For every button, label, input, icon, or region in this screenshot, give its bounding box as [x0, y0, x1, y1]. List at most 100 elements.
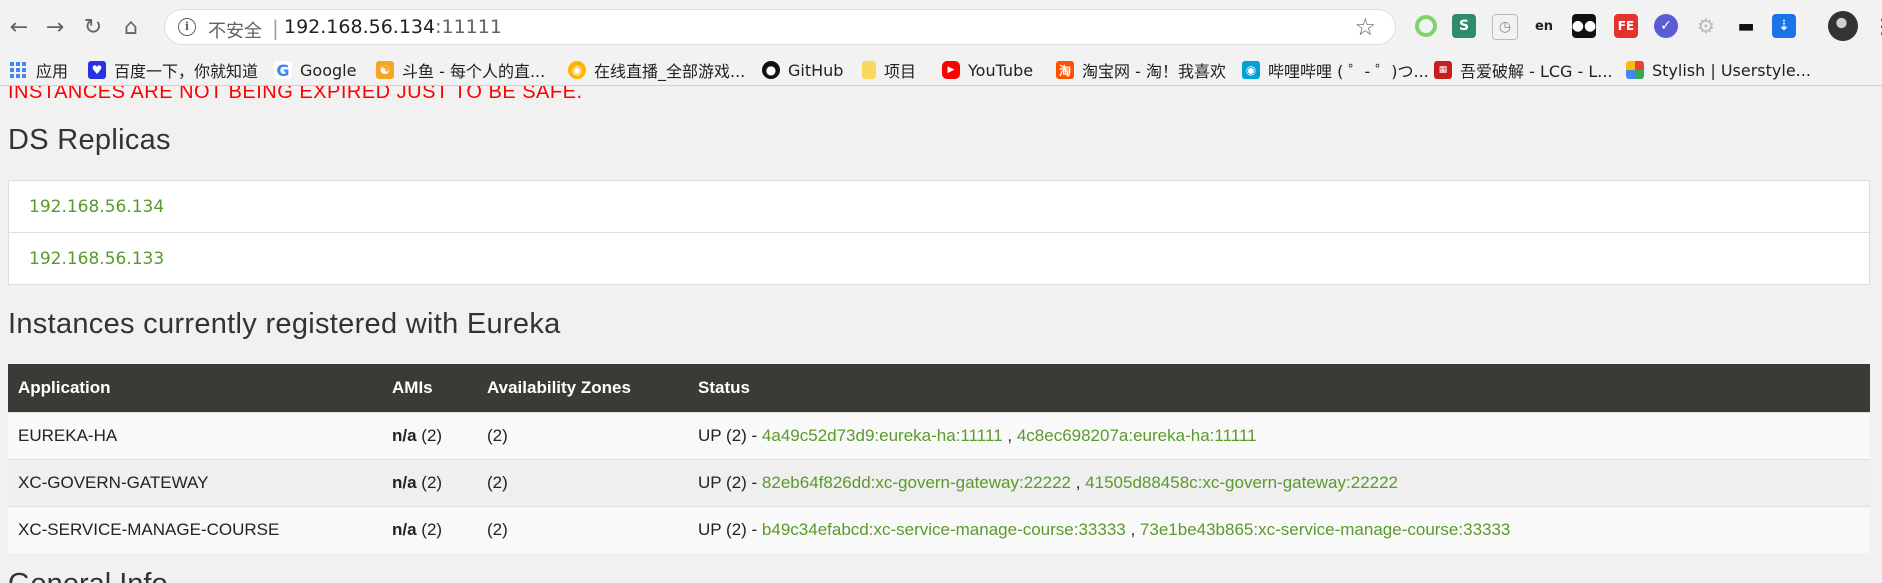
- bookmark-folder[interactable]: 项目: [862, 59, 916, 81]
- url-port: :11111: [435, 16, 502, 38]
- apps-icon: [10, 62, 26, 78]
- status-cell: UP (2) - 4a49c52d73d9:eureka-ha:11111 , …: [688, 412, 1870, 460]
- 52pojie-icon: ▦: [1434, 61, 1452, 79]
- back-icon[interactable]: ←: [6, 14, 32, 40]
- gauge-icon[interactable]: ◷: [1492, 14, 1518, 40]
- ami-count: (2): [416, 520, 443, 539]
- instance-link[interactable]: 41505d88458c:xc-govern-gateway:22222: [1085, 473, 1398, 492]
- home-icon[interactable]: ⌂: [118, 14, 144, 40]
- bookmark-baidu[interactable]: ♥ 百度一下，你就知道: [88, 59, 258, 81]
- ami-na: n/a: [392, 426, 417, 445]
- status-text: UP (2) -: [698, 426, 762, 445]
- sunglasses-icon[interactable]: ▬: [1734, 14, 1758, 38]
- link-separator: ,: [1002, 426, 1017, 445]
- instance-link[interactable]: 4c8ec698207a:eureka-ha:11111: [1017, 426, 1257, 445]
- menu-kebab-icon[interactable]: ⋮: [1872, 14, 1882, 38]
- bookmark-taobao[interactable]: 淘 淘宝网 - 淘！我喜欢: [1056, 59, 1226, 81]
- en-translate-icon[interactable]: en: [1532, 14, 1556, 38]
- zones-cell: (2): [477, 459, 688, 507]
- table-row: XC-GOVERN-GATEWAY n/a (2) (2) UP (2) - 8…: [8, 459, 1870, 507]
- bookmark-52pojie[interactable]: ▦ 吾爱破解 - LCG - L...: [1434, 59, 1613, 81]
- s-ext-label: S: [1458, 18, 1470, 34]
- github-icon: ●: [762, 61, 780, 79]
- bilibili-icon: ◉: [1242, 61, 1260, 79]
- bookmark-bilibili[interactable]: ◉ 哔哩哔哩 ( ゜- ゜)つ...: [1242, 59, 1429, 81]
- app-name: EUREKA-HA: [8, 412, 382, 460]
- amis-cell: n/a (2): [382, 412, 477, 460]
- stylish-icon: [1626, 61, 1644, 79]
- column-header-amis: AMIs: [382, 364, 477, 413]
- bookmark-label: 项目: [884, 62, 917, 81]
- youtube-icon: ▶: [942, 61, 960, 79]
- s-ext-icon[interactable]: S: [1452, 14, 1476, 38]
- url-host: 192.168.56.134: [284, 16, 436, 38]
- instance-link[interactable]: 82eb64f826dd:xc-govern-gateway:22222: [762, 473, 1071, 492]
- bookmark-github[interactable]: ● GitHub: [762, 59, 843, 81]
- check-circle-icon[interactable]: ✓: [1654, 14, 1678, 38]
- instance-link[interactable]: 73e1be43b865:xc-service-manage-course:33…: [1140, 520, 1510, 539]
- bookmarks-bar: 应用 ♥ 百度一下，你就知道 G Google ☯ 斗鱼 - 每个人的直... …: [0, 55, 1882, 86]
- insecure-label: 不安全: [208, 21, 262, 42]
- forward-icon[interactable]: →: [42, 14, 68, 40]
- bookmark-label: Stylish | Userstyle...: [1652, 60, 1811, 80]
- en-translate-label: en: [1534, 18, 1554, 34]
- app-name: XC-GOVERN-GATEWAY: [8, 459, 382, 507]
- link-separator: ,: [1071, 473, 1086, 492]
- url-separator: |: [272, 16, 279, 40]
- gear-ext-icon[interactable]: ⚙: [1694, 14, 1718, 38]
- amis-cell: n/a (2): [382, 459, 477, 507]
- address-bar[interactable]: i 不安全 | 192.168.56.134:11111 ☆: [164, 9, 1396, 45]
- huya-icon: ◉: [568, 61, 586, 79]
- bookmark-label: 百度一下，你就知道: [114, 62, 259, 81]
- download-ext-icon[interactable]: ⇣: [1772, 14, 1796, 38]
- ami-count: (2): [416, 473, 443, 492]
- ami-na: n/a: [392, 473, 417, 492]
- bookmark-star-icon[interactable]: ☆: [1354, 13, 1376, 41]
- instance-link[interactable]: 4a49c52d73d9:eureka-ha:11111: [762, 426, 1003, 445]
- status-cell: UP (2) - 82eb64f826dd:xc-govern-gateway:…: [688, 459, 1870, 507]
- google-icon: G: [274, 61, 292, 80]
- replicas-list: 192.168.56.134 192.168.56.133: [8, 180, 1870, 285]
- link-separator: ,: [1125, 520, 1140, 539]
- bookmark-label: YouTube: [968, 60, 1034, 80]
- tampermonkey-icon[interactable]: ●●: [1572, 14, 1596, 38]
- column-header-status: Status: [688, 364, 1870, 413]
- bookmark-label: 斗鱼 - 每个人的直...: [402, 62, 546, 81]
- info-icon[interactable]: i: [178, 18, 196, 36]
- zones-cell: (2): [477, 506, 688, 553]
- reload-icon[interactable]: ↻: [80, 14, 106, 40]
- table-row: XC-SERVICE-MANAGE-COURSE n/a (2) (2) UP …: [8, 506, 1870, 553]
- column-header-zones: Availability Zones: [477, 364, 688, 413]
- bookmark-stylish[interactable]: Stylish | Userstyle...: [1626, 59, 1811, 81]
- green-ring-icon[interactable]: [1414, 14, 1438, 38]
- taobao-icon: 淘: [1056, 61, 1074, 79]
- bookmark-google[interactable]: G Google: [274, 59, 356, 81]
- profile-avatar[interactable]: [1828, 11, 1858, 41]
- bookmark-label: GitHub: [788, 60, 844, 80]
- general-info-heading: General Info: [8, 568, 168, 583]
- status-text: UP (2) -: [698, 473, 762, 492]
- fe-ext-icon[interactable]: FE: [1614, 14, 1638, 38]
- bookmark-douyu[interactable]: ☯ 斗鱼 - 每个人的直...: [376, 59, 545, 81]
- url-text[interactable]: 192.168.56.134:11111: [284, 16, 502, 38]
- bookmark-huya[interactable]: ◉ 在线直播_全部游戏...: [568, 59, 745, 81]
- bookmark-youtube[interactable]: ▶ YouTube: [942, 59, 1033, 81]
- folder-icon: [862, 61, 876, 79]
- table-row: EUREKA-HA n/a (2) (2) UP (2) - 4a49c52d7…: [8, 412, 1870, 460]
- bookmark-label: 淘宝网 - 淘！我喜欢: [1082, 62, 1226, 81]
- replica-link[interactable]: 192.168.56.133: [9, 232, 1869, 284]
- replica-link[interactable]: 192.168.56.134: [9, 181, 1869, 232]
- fe-ext-label: FE: [1617, 19, 1635, 33]
- eureka-dashboard: INSTANCES ARE NOT BEING EXPIRED JUST TO …: [0, 86, 1882, 583]
- instances-heading: Instances currently registered with Eure…: [8, 308, 561, 340]
- bookmark-label: Google: [300, 60, 357, 80]
- bookmark-apps[interactable]: 应用: [10, 59, 68, 81]
- douyu-icon: ☯: [376, 61, 394, 79]
- app-name: XC-SERVICE-MANAGE-COURSE: [8, 506, 382, 553]
- zones-cell: (2): [477, 412, 688, 460]
- self-preservation-warning: INSTANCES ARE NOT BEING EXPIRED JUST TO …: [8, 86, 583, 103]
- column-header-application: Application: [8, 364, 382, 413]
- instance-link[interactable]: b49c34efabcd:xc-service-manage-course:33…: [762, 520, 1126, 539]
- ami-count: (2): [416, 426, 443, 445]
- browser-toolbar: ← → ↻ ⌂ i 不安全 | 192.168.56.134:11111 ☆ S…: [0, 0, 1882, 55]
